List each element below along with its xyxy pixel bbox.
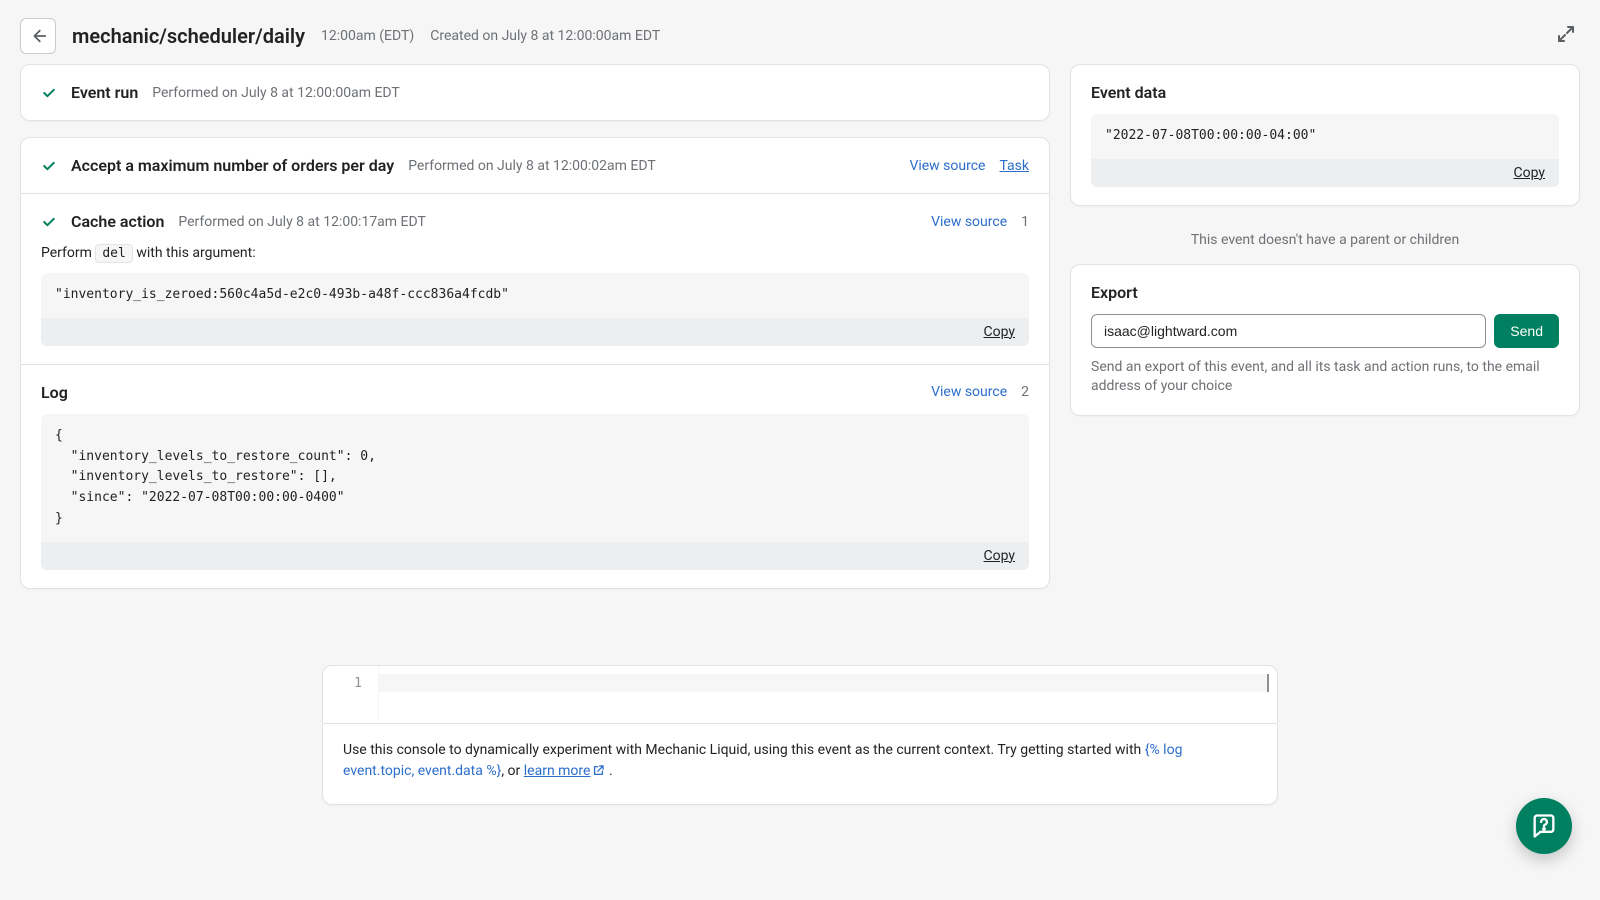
export-email-input[interactable] (1091, 314, 1486, 348)
cache-count: 1 (1021, 214, 1029, 230)
chat-help-icon (1530, 812, 1558, 840)
task-performed: Performed on July 8 at 12:00:02am EDT (408, 158, 656, 174)
cache-view-source-link[interactable]: View source (931, 214, 1007, 230)
export-card: Export Send Send an export of this event… (1070, 264, 1580, 416)
back-button[interactable] (20, 18, 56, 54)
event-data-block: "2022-07-08T00:00:00-04:00" Copy (1091, 114, 1559, 187)
task-title: Accept a maximum number of orders per da… (71, 156, 394, 175)
perform-suffix: with this argument: (133, 245, 256, 261)
editor-active-line (379, 674, 1267, 692)
expand-icon (1556, 24, 1576, 44)
cache-argument-value: "inventory_is_zeroed:560c4a5d-e2c0-493b-… (41, 273, 1029, 318)
check-icon (41, 158, 57, 174)
cache-perform-text: Perform del with this argument: (41, 245, 1029, 261)
line-number: 1 (354, 676, 362, 691)
perform-prefix: Perform (41, 245, 95, 261)
event-run-title: Event run (71, 83, 138, 102)
cache-argument-block: "inventory_is_zeroed:560c4a5d-e2c0-493b-… (41, 273, 1029, 346)
event-run-performed: Performed on July 8 at 12:00:00am EDT (152, 85, 400, 101)
log-copy-button[interactable]: Copy (983, 548, 1015, 564)
console-help-text: Use this console to dynamically experime… (323, 724, 1277, 804)
help-fab[interactable] (1516, 798, 1572, 854)
export-heading: Export (1091, 283, 1559, 302)
log-block: { "inventory_levels_to_restore_count": 0… (41, 414, 1029, 570)
arrow-left-icon (29, 27, 47, 45)
check-icon (41, 85, 57, 101)
export-send-button[interactable]: Send (1494, 314, 1559, 348)
learn-more-link[interactable]: learn more (524, 763, 606, 779)
task-link[interactable]: Task (999, 158, 1029, 174)
event-run-card: Event run Performed on July 8 at 12:00:0… (20, 64, 1050, 121)
console-editor[interactable]: 1 (323, 666, 1277, 724)
check-icon (41, 214, 57, 230)
cache-action-performed: Performed on July 8 at 12:00:17am EDT (178, 214, 426, 230)
task-view-source-link[interactable]: View source (909, 158, 985, 174)
log-count: 2 (1021, 384, 1029, 400)
log-view-source-link[interactable]: View source (931, 384, 1007, 400)
learn-more-label: learn more (524, 763, 591, 779)
log-body: { "inventory_levels_to_restore_count": 0… (41, 414, 1029, 542)
console-help-pre: Use this console to dynamically experime… (343, 742, 1145, 758)
event-data-value: "2022-07-08T00:00:00-04:00" (1091, 114, 1559, 159)
cache-copy-button[interactable]: Copy (983, 324, 1015, 340)
event-data-card: Event data "2022-07-08T00:00:00-04:00" C… (1070, 64, 1580, 206)
event-data-copy-button[interactable]: Copy (1513, 165, 1545, 181)
header-time: 12:00am (EDT) (321, 28, 414, 44)
header-created: Created on July 8 at 12:00:00am EDT (430, 28, 660, 44)
expand-button[interactable] (1556, 24, 1580, 48)
event-data-heading: Event data (1091, 83, 1559, 102)
log-title: Log (41, 383, 68, 402)
console-mid: , or (501, 763, 523, 779)
cache-action-title: Cache action (71, 212, 164, 231)
parent-children-note: This event doesn't have a parent or chil… (1070, 222, 1580, 264)
task-run-card: Accept a maximum number of orders per da… (20, 137, 1050, 589)
console-gutter: 1 (323, 666, 379, 723)
console-suffix: . (605, 763, 612, 779)
liquid-console: 1 Use this console to dynamically experi… (322, 665, 1278, 805)
editor-cursor (1267, 674, 1269, 692)
external-link-icon (592, 763, 605, 784)
page-title: mechanic/scheduler/daily (72, 24, 305, 48)
export-help-text: Send an export of this event, and all it… (1091, 358, 1559, 397)
perform-cmd: del (95, 244, 132, 263)
